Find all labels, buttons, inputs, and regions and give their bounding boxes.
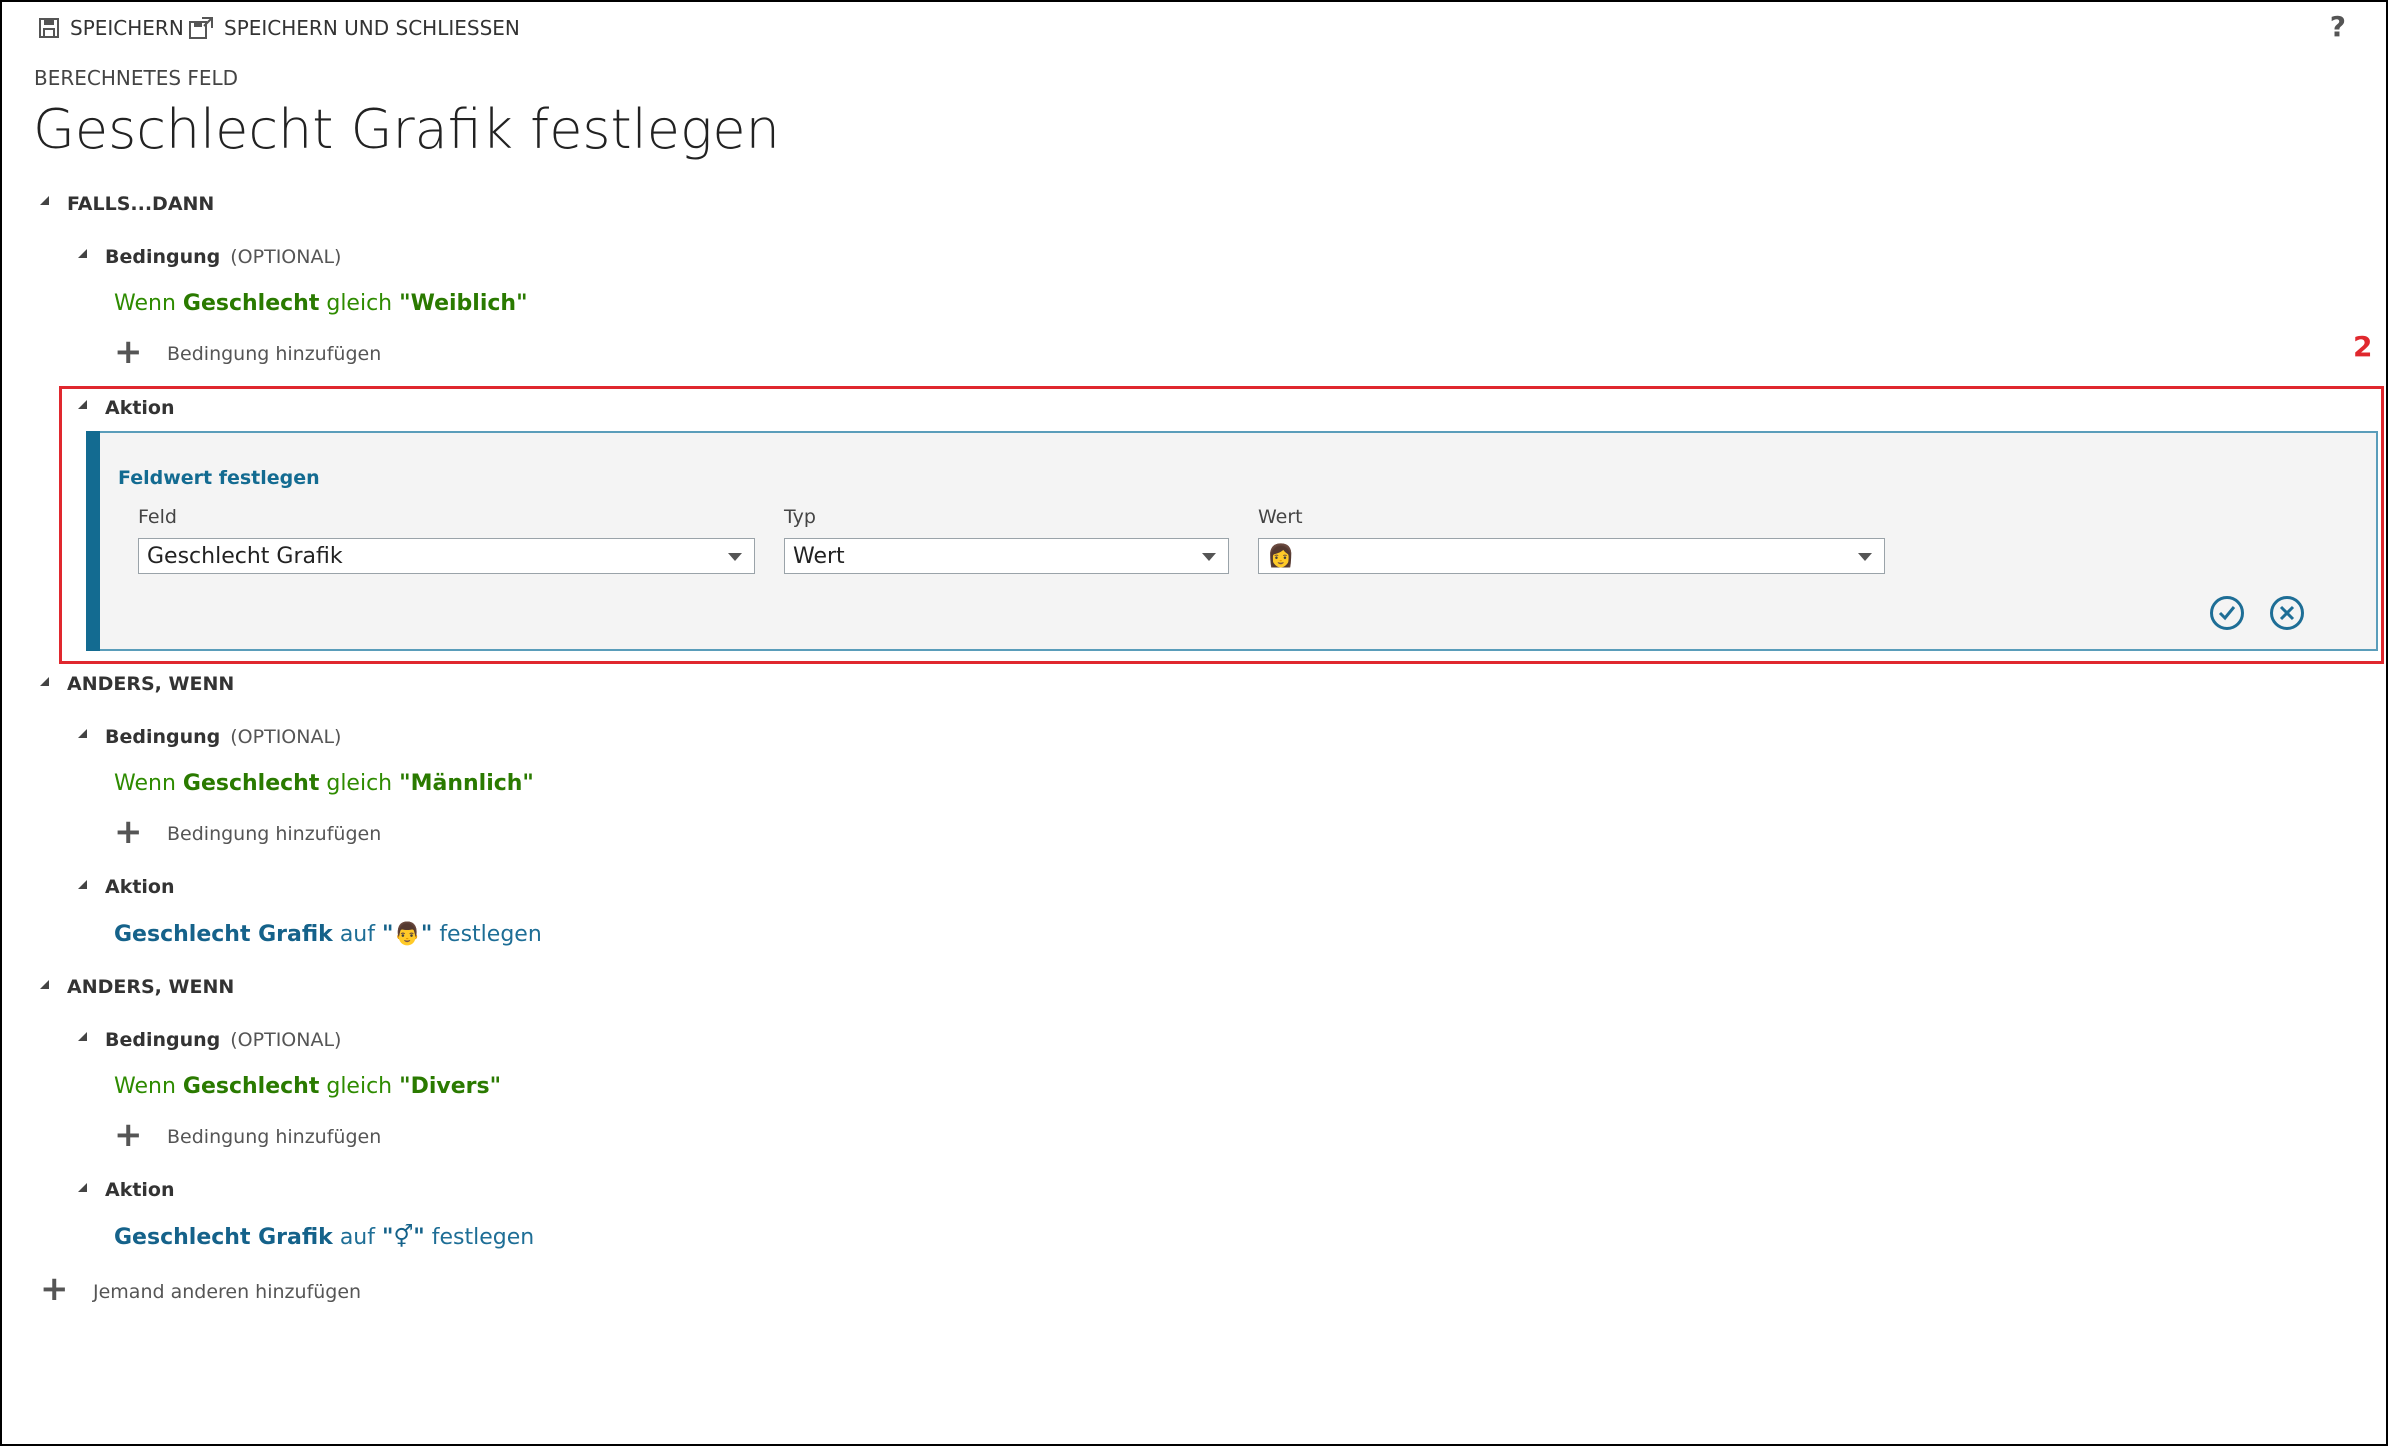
editor-title: Feldwert festlegen (118, 467, 320, 489)
else-if-label: ANDERS, WENN (67, 976, 235, 998)
condition-prefix: Wenn (114, 1074, 176, 1099)
condition-prefix: Wenn (114, 291, 176, 316)
condition-field: Geschlecht (182, 1074, 320, 1099)
save-close-label: SPEICHERN UND SCHLIESSEN (224, 16, 520, 40)
action-label: Aktion (105, 397, 175, 419)
chevron-down-icon (728, 553, 742, 561)
value-label: Wert (1258, 506, 1303, 528)
collapse-else-if-icon[interactable] (40, 980, 49, 989)
condition-rule[interactable]: Wenn Geschlecht gleich "Divers" (114, 1074, 501, 1099)
condition-rule[interactable]: Wenn Geschlecht gleich "Weiblich" (114, 291, 528, 316)
chevron-down-icon (1202, 553, 1216, 561)
collapse-action-icon[interactable] (78, 400, 87, 409)
save-label: SPEICHERN (70, 16, 184, 40)
value-select-value: 👩 (1267, 543, 1295, 569)
add-else-link[interactable]: Jemand anderen hinzufügen (93, 1281, 361, 1303)
condition-label: Bedingung (105, 246, 221, 268)
condition-header: Bedingung (OPTIONAL) (105, 726, 341, 748)
action-suffix: festlegen (439, 922, 542, 947)
action-suffix: festlegen (431, 1225, 535, 1250)
optional-label: (OPTIONAL) (230, 1029, 342, 1051)
action-rule[interactable]: Geschlecht Grafik auf "⚥" festlegen (114, 1225, 534, 1250)
condition-rule[interactable]: Wenn Geschlecht gleich "Männlich" (114, 771, 534, 796)
add-condition-link[interactable]: Bedingung hinzufügen (167, 343, 381, 365)
help-icon[interactable]: ? (2330, 10, 2346, 43)
action-mid: auf (339, 922, 375, 947)
close-icon (2279, 605, 2295, 621)
action-editor-accent-bar (86, 431, 100, 651)
action-label: Aktion (105, 876, 175, 898)
if-then-label: FALLS...DANN (67, 193, 215, 215)
condition-header: Bedingung (OPTIONAL) (105, 246, 341, 268)
collapse-condition-icon[interactable] (78, 1032, 87, 1041)
action-field: Geschlecht Grafik (114, 1225, 333, 1250)
condition-operator: gleich (326, 291, 393, 316)
action-label: Aktion (105, 1179, 175, 1201)
condition-value: "Männlich" (399, 771, 534, 796)
optional-label: (OPTIONAL) (230, 246, 342, 268)
condition-prefix: Wenn (114, 771, 176, 796)
condition-operator: gleich (326, 1074, 393, 1099)
confirm-button[interactable] (2210, 596, 2244, 630)
condition-value: "Weiblich" (399, 291, 528, 316)
collapse-condition-icon[interactable] (78, 729, 87, 738)
collapse-if-then-icon[interactable] (40, 196, 49, 205)
type-label: Typ (784, 506, 816, 528)
add-condition-link[interactable]: Bedingung hinzufügen (167, 1126, 381, 1148)
type-select-value: Wert (793, 543, 845, 569)
save-and-close-button[interactable]: SPEICHERN UND SCHLIESSEN (188, 16, 520, 40)
collapse-action-icon[interactable] (78, 880, 87, 889)
action-mid: auf (339, 1225, 375, 1250)
save-button[interactable]: SPEICHERN (38, 16, 184, 40)
save-close-icon (189, 17, 213, 39)
action-value: "👨" (381, 922, 433, 947)
condition-field: Geschlecht (182, 291, 320, 316)
add-condition-link[interactable]: Bedingung hinzufügen (167, 823, 381, 845)
condition-field: Geschlecht (182, 771, 320, 796)
action-field: Geschlecht Grafik (114, 922, 333, 947)
field-select[interactable]: Geschlecht Grafik (138, 538, 755, 574)
collapse-else-if-icon[interactable] (40, 677, 49, 686)
collapse-condition-icon[interactable] (78, 249, 87, 258)
collapse-action-icon[interactable] (78, 1183, 87, 1192)
add-else-plus-icon[interactable]: + (40, 1272, 69, 1306)
cancel-button[interactable] (2270, 596, 2304, 630)
add-condition-plus-icon[interactable]: + (114, 1118, 143, 1152)
field-select-value: Geschlecht Grafik (147, 543, 343, 569)
condition-label: Bedingung (105, 1029, 221, 1051)
condition-header: Bedingung (OPTIONAL) (105, 1029, 341, 1051)
entity-label: BERECHNETES FELD (34, 66, 239, 90)
field-label: Feld (138, 506, 177, 528)
annotation-marker: 2 (2353, 330, 2373, 363)
page-title: Geschlecht Grafik festlegen (33, 98, 780, 161)
condition-operator: gleich (326, 771, 393, 796)
action-value: "⚥" (381, 1225, 425, 1250)
value-select[interactable]: 👩 (1258, 538, 1885, 574)
chevron-down-icon (1858, 553, 1872, 561)
save-icon (39, 18, 59, 38)
checkmark-icon (2218, 606, 2236, 621)
else-if-label: ANDERS, WENN (67, 673, 235, 695)
type-select[interactable]: Wert (784, 538, 1229, 574)
optional-label: (OPTIONAL) (230, 726, 342, 748)
condition-label: Bedingung (105, 726, 221, 748)
add-condition-plus-icon[interactable]: + (114, 815, 143, 849)
condition-value: "Divers" (399, 1074, 502, 1099)
action-rule[interactable]: Geschlecht Grafik auf "👨" festlegen (114, 922, 542, 947)
add-condition-plus-icon[interactable]: + (114, 335, 143, 369)
